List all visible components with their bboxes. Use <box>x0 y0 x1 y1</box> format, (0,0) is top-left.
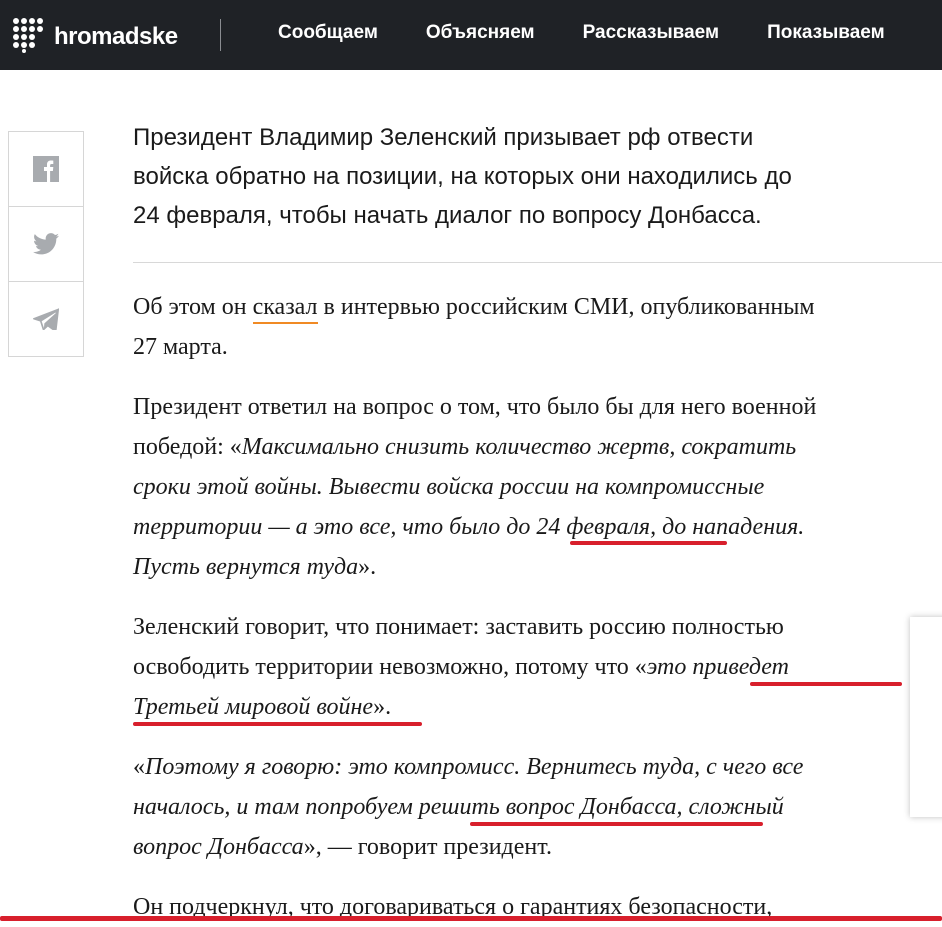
paragraph-line: Третьей мировой войне». <box>133 687 942 727</box>
text: ». <box>358 554 377 580</box>
red-underline-annotation <box>750 682 902 686</box>
quote-text: сроки этой войны. Вывести войска россии … <box>133 474 765 500</box>
logo-text: hromadske <box>54 23 178 50</box>
paragraph-2: Президент ответил на вопрос о том, что б… <box>133 387 942 587</box>
paragraph-line: Зеленский говорит, что понимает: застави… <box>133 614 784 640</box>
top-navigation-bar: hromadske Сообщаем Объясняем Рассказывае… <box>0 0 942 70</box>
paragraph-line: началось, и там попробуем решить вопрос … <box>133 787 942 827</box>
main-nav: Сообщаем Объясняем Рассказываем Показыва… <box>278 22 929 44</box>
nav-item-soobshchaem[interactable]: Сообщаем <box>278 22 378 44</box>
paragraph-3: Зеленский говорит, что понимает: застави… <box>133 607 942 727</box>
side-widget <box>910 617 942 817</box>
paragraph-line: Президент ответил на вопрос о том, что б… <box>133 394 817 420</box>
nav-item-obyasnyaem[interactable]: Объясняем <box>426 22 535 44</box>
text: в интервью российским СМИ, опубликованны… <box>317 294 815 320</box>
lead-separator <box>133 262 942 263</box>
source-link[interactable]: сказал <box>252 294 318 324</box>
twitter-icon <box>33 233 59 255</box>
paragraph-line: «Поэтому я говорю: это компромисс. Верни… <box>133 747 942 787</box>
hromadske-logo[interactable]: hromadske <box>12 17 182 53</box>
text: « <box>133 754 145 780</box>
paragraph-4: «Поэтому я говорю: это компромисс. Верни… <box>133 747 942 867</box>
text: ». <box>373 694 392 720</box>
paragraph-line: вопрос Донбасса», — говорит президент. <box>133 827 942 867</box>
paragraph-line: Он подчеркнул, что договариваться о гара… <box>133 894 773 920</box>
share-telegram-button[interactable] <box>9 282 83 357</box>
quote-text: Максимально снизить количество жертв, со… <box>241 434 797 460</box>
text: победой: « <box>133 434 242 460</box>
red-underline-annotation <box>470 822 763 826</box>
paragraph-line: освободить территории невозможно, потому… <box>133 647 942 687</box>
share-facebook-button[interactable] <box>9 132 83 207</box>
quote-text: это приведет <box>646 654 789 680</box>
telegram-icon <box>33 308 59 330</box>
text: Об этом он <box>133 294 253 320</box>
paragraph-line: территории — а это все, что было до 24 ф… <box>133 507 942 547</box>
paragraph-line: сроки этой войны. Вывести войска россии … <box>133 467 942 507</box>
paragraph-5: Он подчеркнул, что договариваться о гара… <box>133 887 942 927</box>
share-twitter-button[interactable] <box>9 207 83 282</box>
paragraph-line: 27 марта. <box>133 334 228 360</box>
quote-text: Третьей мировой войне <box>133 694 374 720</box>
article-lead: Президент Владимир Зеленский призывает р… <box>133 118 933 235</box>
paragraph-line: Пусть вернутся туда». <box>133 547 942 587</box>
lead-line: войска обратно на позиции, на которых он… <box>133 163 792 190</box>
paragraph-line: победой: «Максимально снизить количество… <box>133 427 942 467</box>
text: », — говорит президент. <box>303 834 552 860</box>
text: освободить территории невозможно, потому… <box>133 654 647 680</box>
quote-text: территории — а это все, что было до 24 ф… <box>133 514 805 540</box>
quote-text: началось, и там попробуем решить вопрос … <box>133 794 784 820</box>
quote-text: Поэтому я говорю: это компромисс. Вернит… <box>145 754 804 780</box>
red-underline-annotation <box>570 541 727 545</box>
lead-line: 24 февраля, чтобы начать диалог по вопро… <box>133 202 762 229</box>
quote-text: вопрос Донбасса <box>133 834 304 860</box>
red-underline-annotation <box>133 722 422 726</box>
lead-line: Президент Владимир Зеленский призывает р… <box>133 124 754 151</box>
nav-item-pokazyvaem[interactable]: Показываем <box>767 22 885 44</box>
paragraph-line: Об этом он сказал в интервью российским … <box>133 287 942 327</box>
paragraph-1: Об этом он сказал в интервью российским … <box>133 287 942 367</box>
logo-dots-icon <box>13 18 43 53</box>
nav-item-rasskazyvaem[interactable]: Рассказываем <box>583 22 719 44</box>
facebook-icon <box>33 156 59 182</box>
red-underline-annotation <box>0 916 942 921</box>
header-divider <box>220 19 221 51</box>
quote-text: Пусть вернутся туда <box>133 554 359 580</box>
share-panel <box>8 131 84 357</box>
